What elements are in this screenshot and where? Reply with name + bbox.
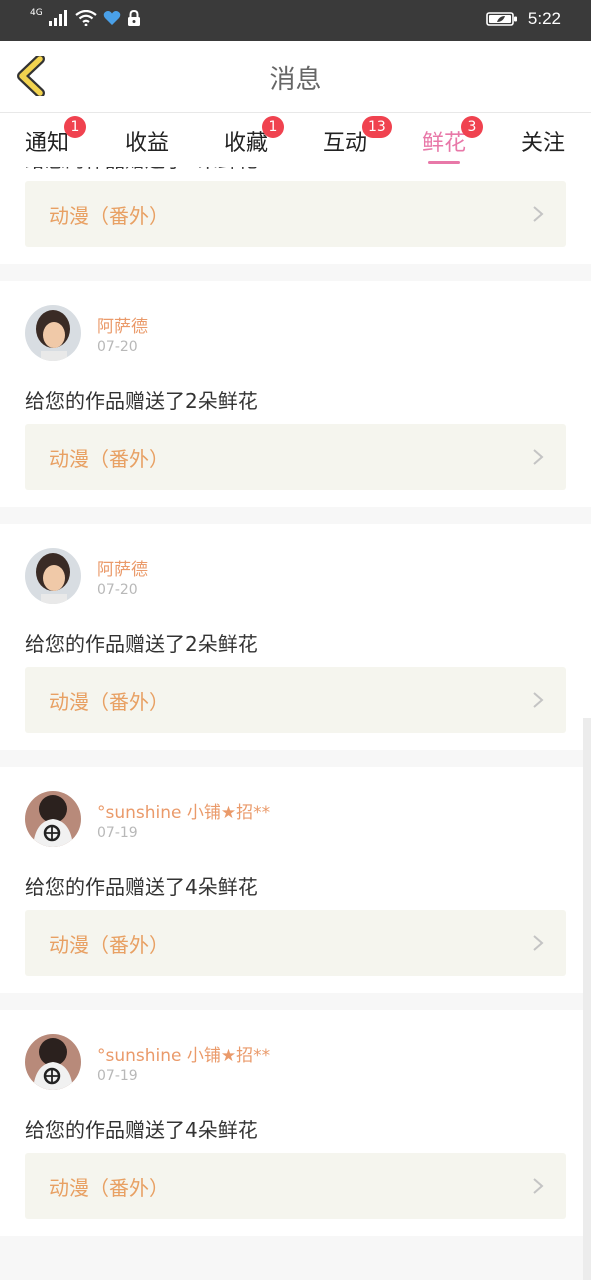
work-title: 动漫（番外） bbox=[49, 933, 169, 957]
sender-row: °sunshine 小铺★招** 07-19 bbox=[25, 767, 566, 870]
sender-name[interactable]: °sunshine 小铺★招** bbox=[97, 798, 270, 823]
message-text: 给您的作品赠送了4朵鲜花 bbox=[25, 1118, 258, 1142]
message-text: 给您的作品赠送了2朵鲜花 bbox=[25, 167, 566, 181]
chevron-right-icon bbox=[533, 935, 544, 951]
message-text: 给您的作品赠送了2朵鲜花 bbox=[25, 632, 258, 656]
status-right: 5:22 bbox=[486, 9, 561, 29]
active-tab-indicator bbox=[428, 161, 460, 164]
tab-badge: 1 bbox=[64, 116, 86, 138]
tab-interactions[interactable]: 互动 13 bbox=[305, 116, 392, 167]
tab-following[interactable]: 关注 bbox=[503, 123, 583, 167]
work-title: 动漫（番外） bbox=[49, 690, 169, 714]
tab-label: 通知 bbox=[24, 131, 69, 156]
chevron-right-icon bbox=[533, 206, 544, 222]
sender-row: 阿萨德 07-20 bbox=[25, 281, 566, 384]
chevron-right-icon bbox=[533, 449, 544, 465]
header: 消息 bbox=[0, 41, 591, 113]
message-text: 给您的作品赠送了2朵鲜花 bbox=[25, 389, 258, 413]
signal-icon bbox=[48, 10, 67, 26]
list-item: 给您的作品赠送了2朵鲜花 动漫（番外） bbox=[0, 167, 591, 264]
avatar[interactable] bbox=[25, 791, 81, 847]
work-title: 动漫（番外） bbox=[49, 1176, 169, 1200]
tab-notifications[interactable]: 通知 1 bbox=[7, 116, 87, 167]
work-link[interactable]: 动漫（番外） bbox=[25, 181, 566, 247]
wifi-icon bbox=[75, 10, 97, 26]
message-date: 07-20 bbox=[97, 339, 138, 355]
scrollbar[interactable] bbox=[583, 718, 591, 1280]
tab-badge: 3 bbox=[461, 116, 483, 138]
list-item: 阿萨德 07-20 给您的作品赠送了2朵鲜花 动漫（番外） bbox=[0, 281, 591, 507]
tab-label: 收益 bbox=[124, 131, 169, 156]
message-date: 07-19 bbox=[97, 825, 138, 841]
sender-name[interactable]: 阿萨德 bbox=[97, 555, 148, 580]
work-title: 动漫（番外） bbox=[49, 204, 169, 228]
tab-badge: 1 bbox=[262, 116, 284, 138]
chevron-right-icon bbox=[533, 1178, 544, 1194]
sender-row: °sunshine 小铺★招** 07-19 bbox=[25, 1010, 566, 1113]
work-link[interactable]: 动漫（番外） bbox=[25, 1153, 566, 1219]
list-item: °sunshine 小铺★招** 07-19 给您的作品赠送了4朵鲜花 动漫（番… bbox=[0, 1010, 591, 1236]
tab-flowers[interactable]: 鲜花 3 bbox=[404, 116, 484, 167]
status-bar: 4G 5:22 bbox=[0, 0, 591, 41]
sender-name[interactable]: 阿萨德 bbox=[97, 312, 148, 337]
sender-name[interactable]: °sunshine 小铺★招** bbox=[97, 1041, 270, 1066]
avatar[interactable] bbox=[25, 548, 81, 604]
heart-icon bbox=[103, 11, 120, 25]
tab-bar: 通知 1 收益 收藏 1 互动 13 鲜花 3 关注 bbox=[0, 113, 591, 167]
work-title: 动漫（番外） bbox=[49, 447, 169, 471]
avatar[interactable] bbox=[25, 1034, 81, 1090]
message-list[interactable]: 给您的作品赠送了2朵鲜花 动漫（番外） bbox=[0, 167, 591, 1280]
page-title: 消息 bbox=[269, 65, 322, 95]
battery-icon bbox=[486, 12, 517, 26]
sender-row: 阿萨德 07-20 bbox=[25, 524, 566, 627]
tab-earnings[interactable]: 收益 bbox=[107, 123, 187, 167]
status-left: 4G bbox=[30, 7, 141, 26]
tab-label: 鲜花 bbox=[421, 131, 466, 156]
message-date: 07-19 bbox=[97, 1068, 138, 1084]
list-item: °sunshine 小铺★招** 07-19 给您的作品赠送了4朵鲜花 动漫（番… bbox=[0, 767, 591, 993]
tab-label: 互动 bbox=[322, 131, 367, 156]
message-text: 给您的作品赠送了4朵鲜花 bbox=[25, 875, 258, 899]
message-date: 07-20 bbox=[97, 582, 138, 598]
work-link[interactable]: 动漫（番外） bbox=[25, 910, 566, 976]
tab-label: 关注 bbox=[520, 131, 565, 156]
status-time: 5:22 bbox=[527, 9, 561, 28]
lock-icon bbox=[127, 10, 140, 26]
avatar[interactable] bbox=[25, 305, 81, 361]
list-item: 阿萨德 07-20 给您的作品赠送了2朵鲜花 动漫（番外） bbox=[0, 524, 591, 750]
work-link[interactable]: 动漫（番外） bbox=[25, 424, 566, 490]
tab-badge: 13 bbox=[362, 116, 392, 138]
tab-favorites[interactable]: 收藏 1 bbox=[206, 116, 286, 167]
network-type: 4G bbox=[30, 7, 43, 18]
chevron-right-icon bbox=[533, 692, 544, 708]
work-link[interactable]: 动漫（番外） bbox=[25, 667, 566, 733]
